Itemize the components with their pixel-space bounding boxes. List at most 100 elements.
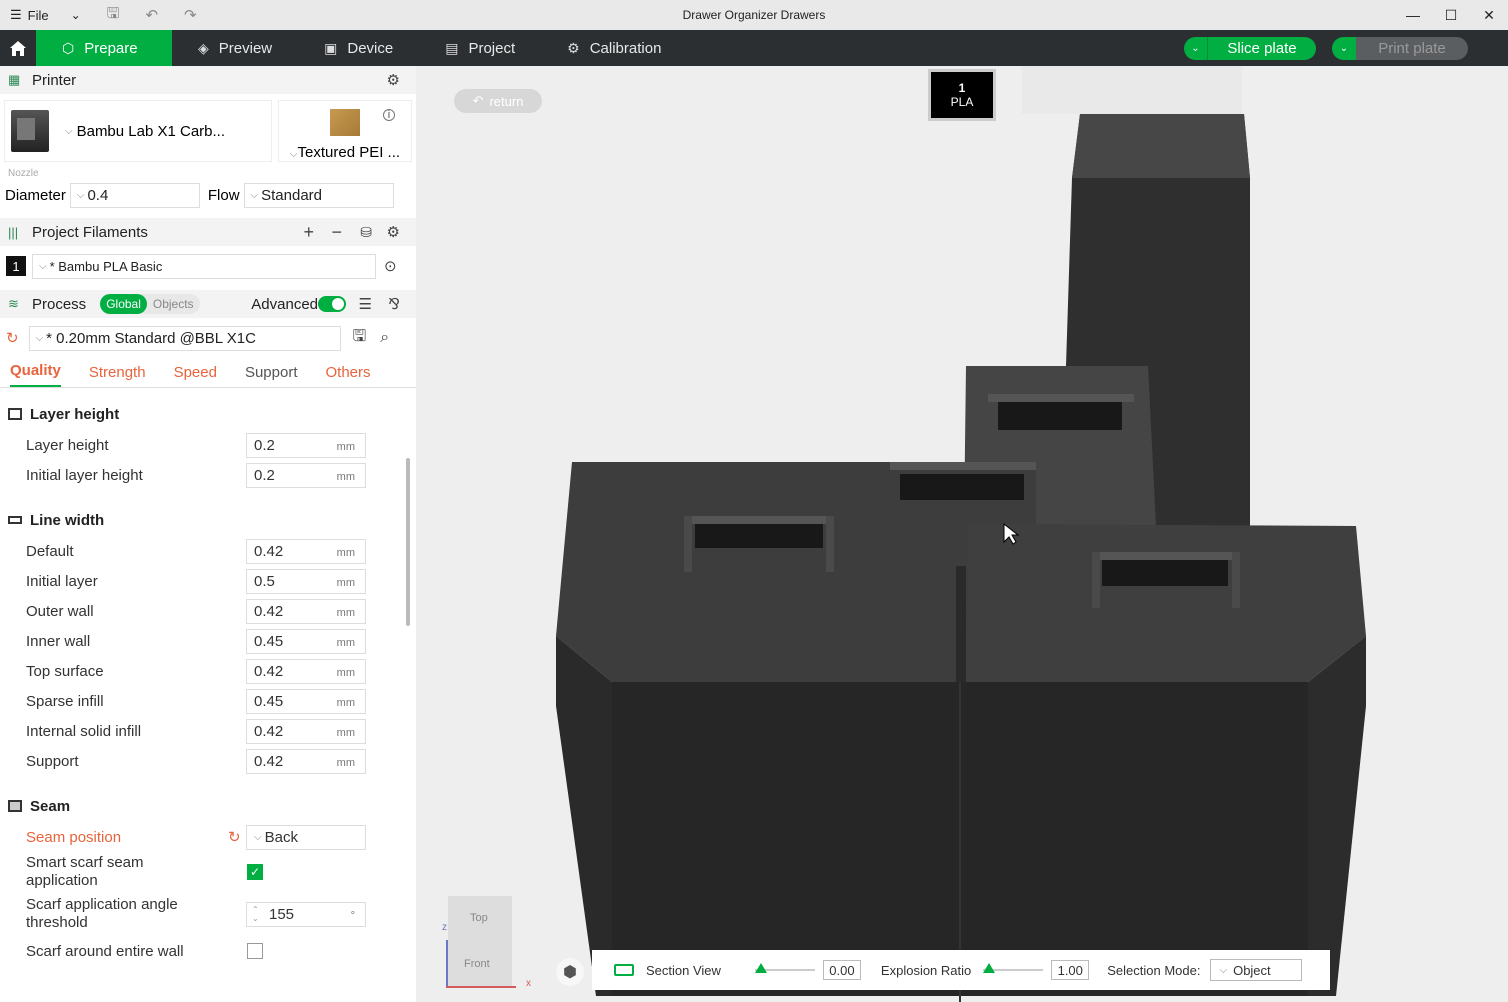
global-option[interactable]: Global [100, 294, 147, 314]
redo-icon[interactable]: ↷ [184, 6, 197, 24]
option-row: Seam position ↻ ⌵ Back [0, 822, 416, 852]
return-icon: ↶ [472, 93, 484, 108]
option-unit: mm [336, 440, 355, 453]
process-section-header: ≋ Process Global Objects Advanced ☰ ⅋ [0, 290, 416, 318]
tab-calibration[interactable]: ⚙ Calibration [541, 30, 687, 66]
explosion-ratio-slider[interactable] [983, 963, 1044, 973]
section-view-slider[interactable] [754, 963, 815, 973]
axis-x [446, 986, 516, 988]
slice-plate-button[interactable]: Slice plate [1208, 37, 1316, 60]
slice-dropdown-icon[interactable]: ⌄ [1184, 37, 1208, 60]
tab-quality[interactable]: Quality [10, 362, 61, 387]
compare-icon[interactable]: ⅋ [388, 295, 400, 313]
inner-wall-line-width-input[interactable]: 0.45 mm [246, 628, 366, 654]
explosion-value[interactable]: 1.00 [1051, 960, 1090, 980]
chevron-down-icon: ⌵ [76, 189, 85, 201]
filament-select[interactable]: ⌵ * Bambu PLA Basic [32, 253, 376, 279]
print-plate-button[interactable]: Print plate [1356, 37, 1468, 60]
more-options-icon[interactable]: ⊙ [384, 257, 397, 275]
flow-select[interactable]: ⌵ Standard [243, 182, 394, 208]
scarf-angle-input[interactable]: ⌃ ⌄ 155 ° [246, 901, 366, 927]
view-cube[interactable]: Top Front [448, 896, 512, 986]
hamburger-icon: ☰ [10, 7, 22, 22]
title-bar: ☰ File ⌄ 🖫 ↶ ↷ Drawer Organizer Drawers … [0, 0, 1508, 30]
stepper-icon[interactable]: ⌃ ⌄ [252, 905, 259, 923]
printer-selector[interactable]: ⌵ Bambu Lab X1 Carb... [4, 100, 272, 162]
add-filament-icon[interactable]: + [303, 222, 314, 243]
seam-position-value: Back [264, 828, 298, 846]
tab-project[interactable]: ▤ Project [419, 30, 541, 66]
printer-section-header: ▦ Printer ⚙ [0, 66, 416, 94]
option-value: 0.2 [254, 436, 275, 454]
return-button[interactable]: ↶ return [454, 89, 542, 113]
search-icon[interactable]: ⌕ [380, 329, 389, 347]
initial-layer-line-width-input[interactable]: 0.5 mm [246, 568, 366, 594]
tab-support[interactable]: Support [245, 364, 298, 387]
filament-name: * Bambu PLA Basic [49, 258, 163, 274]
seam-icon [8, 800, 22, 812]
tab-others[interactable]: Others [326, 364, 371, 387]
plate-selector[interactable]: i ⌵Textured PEI ... [278, 100, 412, 162]
print-dropdown-icon[interactable]: ⌄ [1332, 37, 1356, 60]
info-icon[interactable]: i [383, 109, 395, 121]
tab-preview[interactable]: ◈ Preview [172, 30, 298, 66]
layer-height-icon [8, 408, 22, 420]
advanced-toggle[interactable] [318, 296, 346, 312]
reset-icon[interactable]: ↻ [6, 329, 19, 347]
gizmo-toolbar[interactable] [1022, 66, 1242, 114]
scope-switch[interactable]: Global Objects [100, 294, 200, 314]
chevron-down-icon[interactable]: ⌄ [71, 8, 81, 22]
process-preset-select[interactable]: ⌵ * 0.20mm Standard @BBL X1C [28, 325, 341, 351]
plate-material: PLA [950, 95, 974, 109]
minimize-icon[interactable]: — [1394, 0, 1432, 30]
sync-filament-icon[interactable]: ⛁ [360, 224, 372, 241]
layer-height-title: Layer height [30, 405, 120, 423]
return-label: return [489, 93, 524, 109]
process-section-title: Process [32, 295, 87, 313]
viewport-3d[interactable]: ↶ return 1 PLA Top Front z x ⬢ Section V… [416, 66, 1508, 1002]
seam-position-select[interactable]: ⌵ Back [246, 824, 366, 850]
option-unit: mm [336, 606, 355, 619]
diameter-select[interactable]: ⌵ 0.4 [69, 182, 200, 208]
tab-device[interactable]: ▣ Device [298, 30, 419, 66]
printer-settings-gear-icon[interactable]: ⚙ [387, 71, 400, 89]
file-menu-button[interactable]: ☰ File [10, 7, 49, 23]
layer-height-input[interactable]: 0.2 mm [246, 432, 366, 458]
line-width-group-title: Line width [0, 504, 416, 536]
scarf-angle-label: Scarf application angle threshold [26, 896, 178, 931]
save-preset-icon[interactable]: 🖫 [353, 325, 367, 352]
selection-mode-select[interactable]: ⌵ Object [1210, 959, 1303, 981]
tab-strength[interactable]: Strength [89, 364, 146, 387]
chevron-down-icon: ⌵ [250, 189, 259, 201]
list-icon[interactable]: ☰ [359, 295, 372, 313]
sparse-infill-line-width-input[interactable]: 0.45 mm [246, 688, 366, 714]
tab-prepare[interactable]: ⬡ Prepare [36, 30, 172, 66]
undo-icon[interactable]: ↶ [145, 6, 158, 24]
flow-value: Standard [261, 186, 323, 204]
scarf-entire-wall-checkbox[interactable] [247, 943, 263, 959]
keyboard-icon[interactable] [614, 964, 634, 976]
filament-settings-gear-icon[interactable]: ⚙ [387, 223, 400, 241]
outer-wall-line-width-input[interactable]: 0.42 mm [246, 598, 366, 624]
reset-icon[interactable]: ↻ [228, 828, 241, 846]
section-value[interactable]: 0.00 [822, 960, 861, 980]
camera-reset-icon[interactable]: ⬢ [556, 958, 584, 986]
support-line-width-input[interactable]: 0.42 mm [246, 748, 366, 774]
objects-option[interactable]: Objects [147, 294, 200, 314]
close-icon[interactable]: ✕ [1470, 0, 1508, 30]
remove-filament-icon[interactable]: − [331, 222, 342, 243]
internal-solid-infill-line-width-input[interactable]: 0.42 mm [246, 718, 366, 744]
device-icon: ▣ [324, 39, 338, 56]
calibration-icon: ⚙ [567, 39, 580, 56]
tab-speed[interactable]: Speed [174, 364, 217, 387]
settings-scrollbar[interactable] [406, 458, 410, 626]
initial-layer-height-input[interactable]: 0.2 mm [246, 462, 366, 488]
save-icon[interactable]: 🖫 [107, 3, 120, 28]
top-surface-line-width-input[interactable]: 0.42 mm [246, 658, 366, 684]
default-line-width-input[interactable]: 0.42 mm [246, 538, 366, 564]
maximize-icon[interactable]: ☐ [1432, 0, 1470, 30]
home-icon[interactable] [0, 30, 36, 66]
plate-filament-chip[interactable]: 1 PLA [928, 69, 996, 121]
filament-index[interactable]: 1 [6, 256, 26, 276]
smart-scarf-checkbox[interactable]: ✓ [247, 864, 263, 880]
